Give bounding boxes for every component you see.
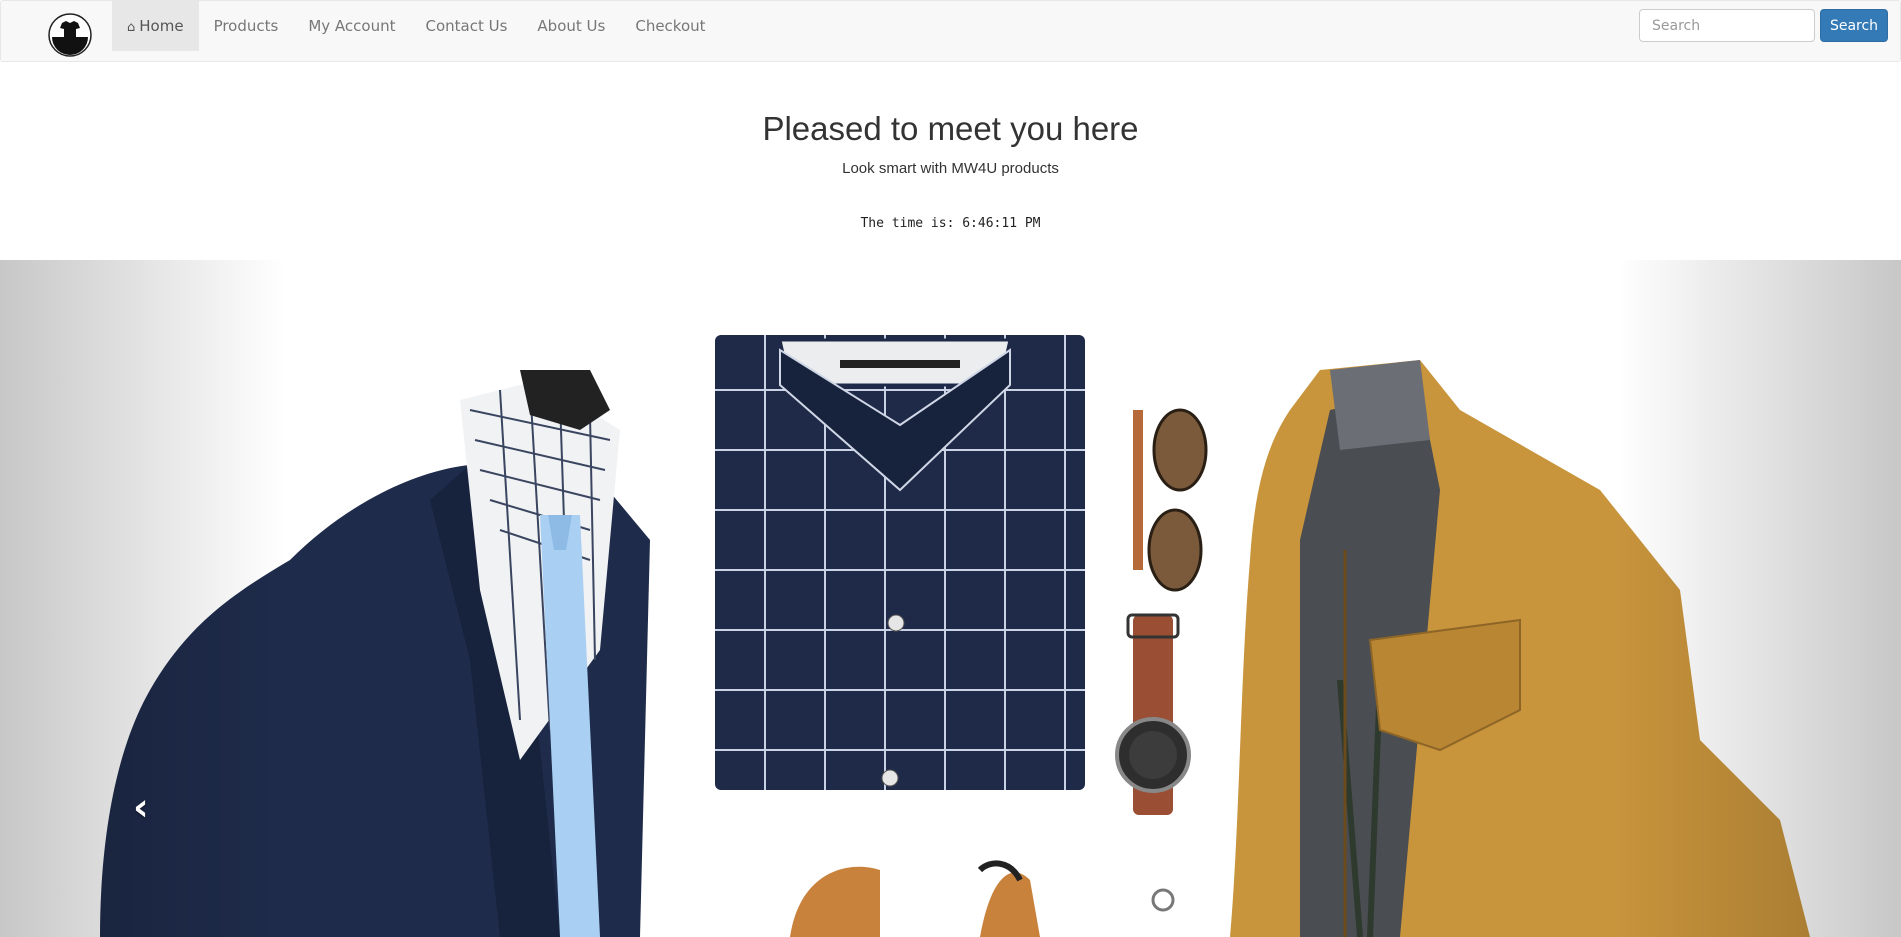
search-button[interactable]: Search: [1820, 9, 1888, 42]
main-nav: ⌂ Home Products My Account Contact Us Abo…: [112, 1, 721, 51]
carousel-prev-control[interactable]: ‹: [0, 260, 285, 937]
brand-logo[interactable]: [48, 13, 92, 57]
page-subtitle: Look smart with MW4U products: [842, 160, 1059, 177]
chevron-left-icon: ‹: [133, 785, 149, 829]
page-title: Pleased to meet you here: [762, 110, 1139, 147]
hero-carousel: ‹ ›: [0, 260, 1901, 937]
search-input[interactable]: [1639, 9, 1815, 42]
nav-item-about-us[interactable]: About Us: [522, 1, 620, 51]
nav-item-contact-us[interactable]: Contact Us: [411, 1, 523, 51]
nav-item-checkout[interactable]: Checkout: [620, 1, 720, 51]
carousel-next-control[interactable]: ›: [1616, 260, 1901, 937]
nav-home-label: Home: [139, 17, 184, 35]
nav-item-home[interactable]: ⌂ Home: [112, 1, 199, 51]
nav-item-my-account[interactable]: My Account: [293, 1, 410, 51]
top-navbar: ⌂ Home Products My Account Contact Us Abo…: [0, 0, 1901, 62]
clock-text: The time is: 6:46:11 PM: [860, 216, 1041, 231]
home-icon: ⌂: [127, 20, 136, 35]
nav-item-products[interactable]: Products: [199, 1, 294, 51]
